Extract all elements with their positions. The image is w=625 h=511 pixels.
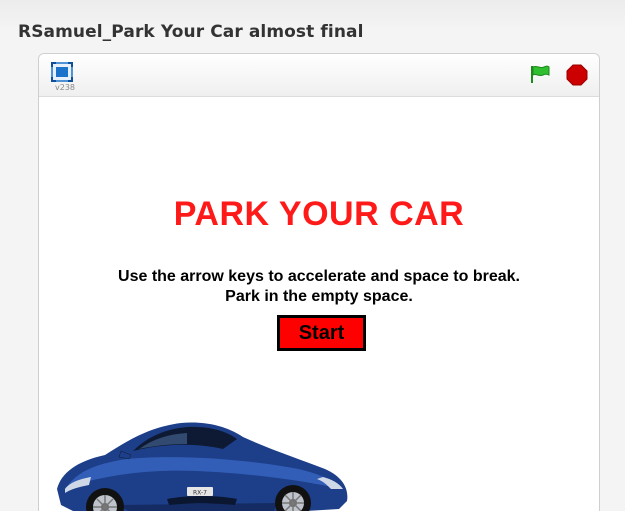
project-title: RSamuel_Park Your Car almost final xyxy=(18,22,364,42)
car-sprite[interactable]: RX-7 xyxy=(47,397,357,511)
green-flag-icon[interactable] xyxy=(529,64,551,84)
instructions: Use the arrow keys to accelerate and spa… xyxy=(39,267,599,307)
page: RSamuel_Park Your Car almost final v238 xyxy=(0,0,625,511)
fullscreen-icon[interactable] xyxy=(51,62,73,82)
stage[interactable]: PARK YOUR CAR Use the arrow keys to acce… xyxy=(39,97,599,511)
game-title: PARK YOUR CAR xyxy=(173,195,465,233)
instructions-line-2: Park in the empty space. xyxy=(225,288,413,305)
stop-sign-icon[interactable] xyxy=(566,64,588,86)
scratch-player: v238 PARK YOUR CAR Use the arrow keys to… xyxy=(38,53,600,511)
instructions-line-1: Use the arrow keys to accelerate and spa… xyxy=(118,268,520,285)
car-badge: RX-7 xyxy=(193,490,207,497)
player-toolbar: v238 xyxy=(39,54,599,97)
version-label: v238 xyxy=(55,83,76,92)
start-button[interactable]: Start xyxy=(277,315,366,351)
